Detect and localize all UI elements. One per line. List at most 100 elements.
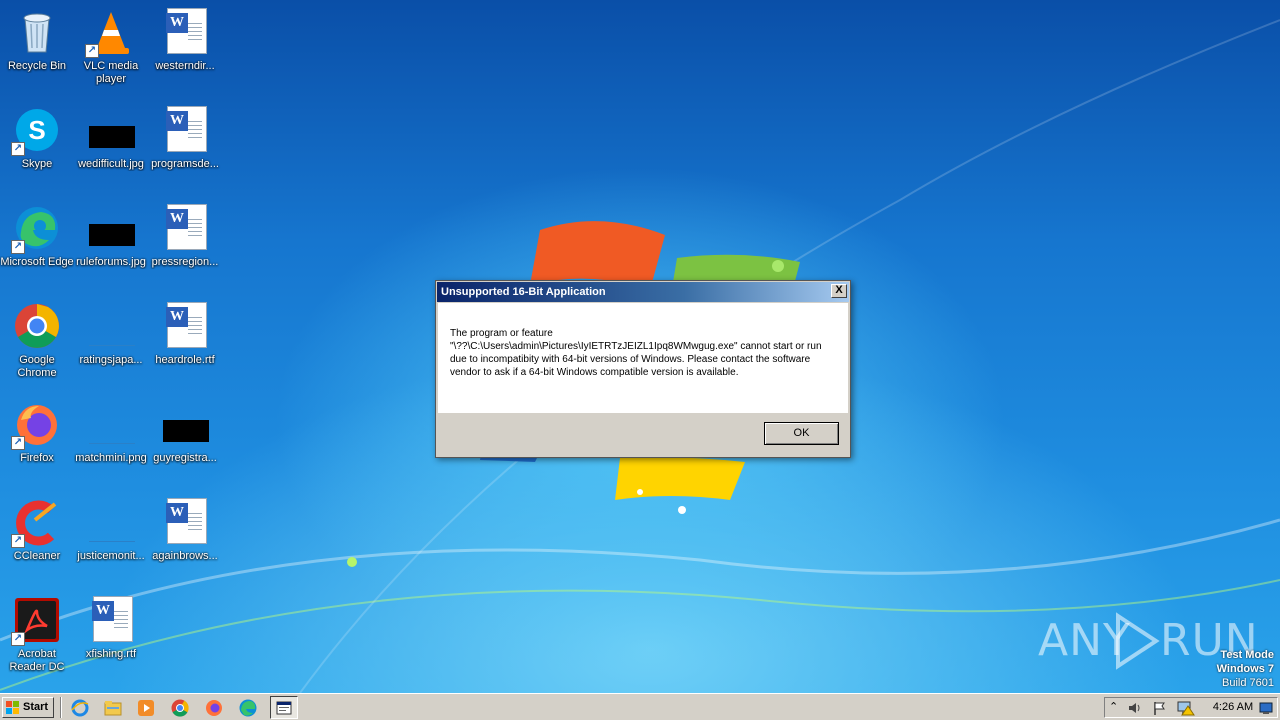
action-center-flag-icon[interactable] [1151,700,1167,716]
desktop-icon-justicemonit[interactable]: justicemonit... [74,494,148,584]
ccleaner-icon: ↗ [11,498,61,548]
desktop-icon-vlc[interactable]: ↗ VLC media player [74,4,148,94]
desktop-icon-microsoft-edge[interactable]: ↗ Microsoft Edge [0,200,74,290]
desktop-icon-ccleaner[interactable]: ↗ CCleaner [0,494,74,584]
desktop-icon-xfishing-rtf[interactable]: W xfishing.rtf [74,592,148,682]
word-document-icon: W [161,498,209,546]
desktop-icon-firefox[interactable]: ↗ Firefox [0,396,74,486]
dialog-message-area: The program or feature "\??\C:\Users\adm… [438,303,848,413]
desktop-icon-programsde[interactable]: W programsde... [148,102,222,192]
desktop-icon-heardrole-rtf[interactable]: W heardrole.rtf [148,298,222,388]
image-thumbnail-icon [87,204,135,252]
file-icon [87,498,135,546]
chrome-taskbar-icon[interactable] [170,698,190,718]
icon-label: Firefox [20,452,54,464]
desktop-icon-ruleforums-jpg[interactable]: ruleforums.jpg [74,200,148,290]
image-thumbnail-icon [161,400,209,448]
word-document-icon: W [161,8,209,56]
desktop-icon-westerndir[interactable]: W westerndir... [148,4,222,94]
test-mode-label: Test Mode [1220,649,1274,661]
desktop-icon-againbrows[interactable]: W againbrows... [148,494,222,584]
icon-label: pressregion... [151,256,219,268]
taskbar-separator [60,697,62,718]
icon-label: Google Chrome [17,354,57,379]
shortcut-arrow-icon: ↗ [11,534,25,548]
word-document-icon: W [161,302,209,350]
desktop-icon-skype[interactable]: S ↗ Skype [0,102,74,192]
file-explorer-icon[interactable] [103,698,123,718]
shortcut-arrow-icon: ↗ [11,240,25,254]
dialog-close-button[interactable]: X [831,284,847,298]
shortcut-arrow-icon: ↗ [11,632,25,646]
desktop-icon-pressregion[interactable]: W pressregion... [148,200,222,290]
test-mode-watermark: Test Mode Windows 7 Build 7601 [1217,648,1274,690]
play-triangle-icon [1116,612,1160,670]
icon-label: heardrole.rtf [155,354,215,366]
desktop-icon-recycle-bin[interactable]: Recycle Bin [0,4,74,94]
build-label: Build 7601 [1222,677,1274,689]
chrome-icon [13,302,61,350]
word-document-icon: W [87,596,135,644]
unsupported-16bit-dialog: Unsupported 16-Bit Application X The pro… [435,280,851,458]
word-document-icon: W [161,204,209,252]
icon-label: ruleforums.jpg [76,256,146,268]
volume-icon[interactable] [1127,700,1143,716]
icon-label: programsde... [151,158,219,170]
desktop-icon-acrobat-reader[interactable]: ↗ Acrobat Reader DC [0,592,74,682]
icon-label: guyregistra... [153,452,217,464]
desktop-icon-ratingsjapa[interactable]: ratingsjapa... [74,298,148,388]
edge-icon: ↗ [11,204,61,254]
desktop-icon-matchmini-png[interactable]: matchmini.png [74,396,148,486]
dialog-title: Unsupported 16-Bit Application [437,282,849,302]
desktop-icon-wedifficult-jpg[interactable]: wedifficult.jpg [74,102,148,192]
icon-label: ratingsjapa... [79,354,143,366]
edge-taskbar-icon[interactable] [238,698,258,718]
firefox-taskbar-icon[interactable] [204,698,224,718]
desktop: Recycle Bin S ↗ Skype ↗ Microsoft Edge G… [0,0,1280,693]
application-window-icon [276,701,292,715]
taskbar-active-app-button[interactable] [270,696,298,719]
acrobat-icon: ↗ [11,596,61,646]
svg-text:S: S [28,115,45,145]
windows-logo-icon [6,701,19,714]
icon-label: Recycle Bin [7,60,67,72]
file-icon [87,302,135,350]
internet-explorer-icon[interactable] [70,698,90,718]
firefox-icon: ↗ [11,400,61,450]
desktop-icon-guyregistra[interactable]: guyregistra... [148,396,222,486]
anyrun-watermark: ANY RUN [1038,612,1258,670]
close-icon: X [835,284,843,296]
icon-label: againbrows... [152,550,218,562]
dialog-message: "\??\C:\Users\admin\Pictures\IyIETRTzJEI… [450,341,822,378]
icon-label: CCleaner [13,550,61,562]
show-desktop-icon[interactable] [1259,701,1273,715]
icon-label: VLC media player [83,60,139,85]
icon-label: justicemonit... [77,550,145,562]
desktop-icon-google-chrome[interactable]: Google Chrome [0,298,74,388]
os-name-label: Windows 7 [1216,663,1274,675]
start-button[interactable]: Start [2,697,54,718]
icon-label: Skype [21,158,53,170]
dialog-message-line1: The program or feature [450,328,553,339]
file-icon [87,400,135,448]
icon-label: Acrobat Reader DC [9,648,65,673]
show-hidden-icons-chevron-icon[interactable]: ⌃ [1109,700,1118,713]
image-thumbnail-icon [87,106,135,154]
word-document-icon: W [161,106,209,154]
icon-label: matchmini.png [75,452,147,464]
icon-label: xfishing.rtf [85,648,137,660]
shortcut-arrow-icon: ↗ [11,436,25,450]
icon-label: wedifficult.jpg [78,158,144,170]
taskbar-clock[interactable]: 4:26 AM [1209,698,1257,717]
icon-label: Microsoft Edge [0,256,74,268]
recycle-bin-icon [13,8,61,56]
ok-button[interactable]: OK [764,422,839,445]
start-label: Start [23,701,49,713]
taskbar: Start ⌃ 4:26 AM [0,693,1280,720]
vlc-cone-icon: ↗ [85,8,135,58]
media-player-icon[interactable] [136,698,156,718]
network-warning-icon[interactable] [1177,700,1195,716]
skype-icon: S ↗ [11,106,61,156]
shortcut-arrow-icon: ↗ [11,142,25,156]
system-tray: ⌃ 4:26 AM [1104,697,1278,718]
